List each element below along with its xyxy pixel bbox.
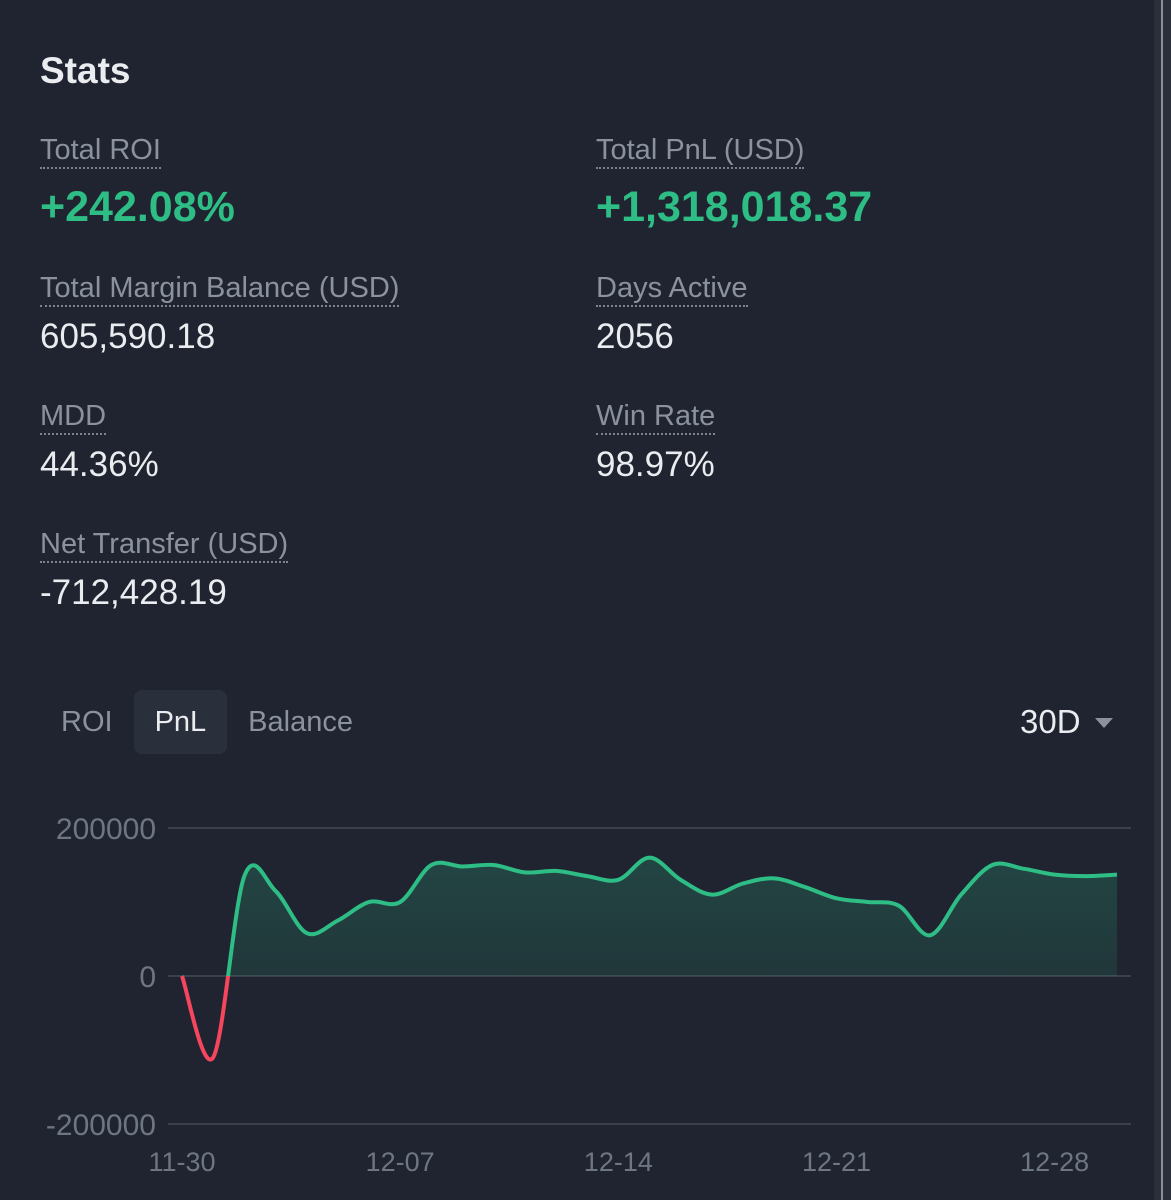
total-roi-value: +242.08%	[40, 183, 235, 231]
caret-down-icon	[1094, 718, 1113, 728]
days-active-value: 2056	[596, 317, 674, 356]
margin-balance-label[interactable]: Total Margin Balance (USD)	[40, 272, 400, 307]
net-transfer-label[interactable]: Net Transfer (USD)	[40, 528, 289, 563]
x-tick-label: 11-30	[148, 1147, 215, 1177]
mdd-stat: MDD 44.36%	[40, 400, 159, 485]
range-selector[interactable]: 30D	[1020, 700, 1113, 744]
margin-balance-stat: Total Margin Balance (USD) 605,590.18	[40, 272, 400, 357]
x-tick-label: 12-28	[1020, 1147, 1089, 1177]
win-rate-label[interactable]: Win Rate	[596, 400, 716, 435]
x-tick-label: 12-21	[802, 1147, 871, 1177]
pnl-chart: 200000 0 -200000 11-30 12-07 12-14 12-21 12-28	[46, 813, 1131, 1177]
x-tick-label: 12-07	[366, 1147, 435, 1177]
net-transfer-stat: Net Transfer (USD) -712,428.19	[40, 528, 289, 613]
mdd-label[interactable]: MDD	[40, 400, 107, 435]
range-label: 30D	[1020, 703, 1081, 740]
y-tick-label: 200000	[56, 813, 156, 846]
days-active-stat: Days Active 2056	[596, 272, 748, 357]
total-roi-stat: Total ROI +242.08%	[40, 134, 235, 232]
net-transfer-value: -712,428.19	[40, 573, 227, 612]
total-pnl-stat: Total PnL (USD) +1,318,018.37	[596, 134, 872, 232]
win-rate-stat: Win Rate 98.97%	[596, 400, 716, 485]
win-rate-value: 98.97%	[596, 445, 715, 484]
chart-tabs: ROI PnL Balance	[40, 690, 374, 754]
tab-roi[interactable]: ROI	[40, 690, 134, 754]
pnl-area-fill	[182, 857, 1117, 976]
scrollbar[interactable]	[1161, 0, 1163, 1200]
tab-balance[interactable]: Balance	[227, 690, 374, 754]
y-tick-label: 0	[139, 961, 156, 994]
page-title: Stats	[40, 50, 131, 91]
margin-balance-value: 605,590.18	[40, 317, 216, 356]
total-pnl-value: +1,318,018.37	[596, 183, 873, 231]
x-tick-label: 12-14	[584, 1147, 653, 1177]
days-active-label[interactable]: Days Active	[596, 272, 748, 307]
y-tick-label: -200000	[46, 1109, 156, 1142]
total-roi-label[interactable]: Total ROI	[40, 134, 161, 169]
mdd-value: 44.36%	[40, 445, 159, 484]
total-pnl-label[interactable]: Total PnL (USD)	[596, 134, 805, 169]
tab-pnl[interactable]: PnL	[133, 690, 228, 754]
